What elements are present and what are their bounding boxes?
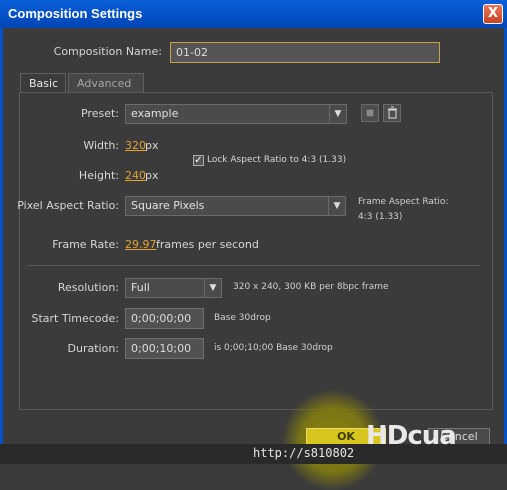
- resolution-info: 320 x 240, 300 KB per 8bpc frame: [233, 282, 389, 292]
- divider: [28, 265, 480, 266]
- frame-aspect-title: Frame Aspect Ratio:: [358, 197, 449, 207]
- tab-basic[interactable]: Basic: [20, 73, 66, 93]
- height-unit: px: [145, 169, 159, 182]
- start-timecode-label: Start Timecode:: [31, 312, 119, 325]
- duration-label: Duration:: [67, 342, 119, 355]
- frame-rate-suffix: frames per second: [156, 238, 259, 251]
- tab-advanced[interactable]: Advanced: [68, 73, 144, 93]
- frame-rate-value[interactable]: 29.97: [125, 238, 157, 251]
- trash-icon: [388, 106, 397, 119]
- height-value[interactable]: 240: [125, 169, 146, 182]
- frame-aspect-value: 4:3 (1.33): [358, 212, 403, 222]
- save-icon: [365, 108, 375, 118]
- height-label: Height:: [78, 169, 119, 182]
- url-text: http://s810802: [253, 446, 355, 460]
- preset-dropdown[interactable]: example ▼: [125, 104, 347, 124]
- close-icon: X: [487, 6, 499, 21]
- save-preset-button[interactable]: [361, 104, 379, 122]
- lock-aspect-checkbox[interactable]: ✓: [193, 155, 204, 166]
- duration-input[interactable]: 0;00;10;00: [125, 338, 204, 359]
- chevron-down-icon: ▼: [329, 105, 346, 123]
- preset-label: Preset:: [80, 107, 119, 120]
- pixel-aspect-dropdown[interactable]: Square Pixels ▼: [125, 196, 346, 216]
- window-title: Composition Settings: [8, 6, 143, 21]
- pixel-aspect-label: Pixel Aspect Ratio:: [17, 199, 119, 212]
- width-unit: px: [145, 139, 159, 152]
- frame-rate-label: Frame Rate:: [52, 238, 119, 251]
- width-value[interactable]: 320: [125, 139, 146, 152]
- resolution-dropdown[interactable]: Full ▼: [125, 278, 222, 298]
- resolution-label: Resolution:: [57, 281, 119, 294]
- comp-name-label: Composition Name:: [53, 45, 162, 58]
- comp-name-input[interactable]: 01-02: [170, 42, 440, 63]
- duration-info: is 0;00;10;00 Base 30drop: [214, 343, 333, 353]
- pixel-aspect-value: Square Pixels: [131, 199, 205, 212]
- chevron-down-icon: ▼: [328, 197, 345, 215]
- resolution-value: Full: [131, 281, 150, 294]
- lock-aspect-label: Lock Aspect Ratio to 4:3 (1.33): [207, 155, 347, 165]
- delete-preset-button[interactable]: [383, 104, 401, 122]
- start-timecode-input[interactable]: 0;00;00;00: [125, 308, 204, 329]
- chevron-down-icon: ▼: [204, 279, 221, 297]
- title-bar: Composition Settings X: [0, 0, 507, 28]
- watermark-logo: HDcua: [366, 421, 457, 451]
- width-label: Width:: [83, 139, 119, 152]
- close-button[interactable]: X: [483, 4, 503, 24]
- start-timecode-base: Base 30drop: [214, 313, 271, 323]
- preset-value: example: [131, 107, 179, 120]
